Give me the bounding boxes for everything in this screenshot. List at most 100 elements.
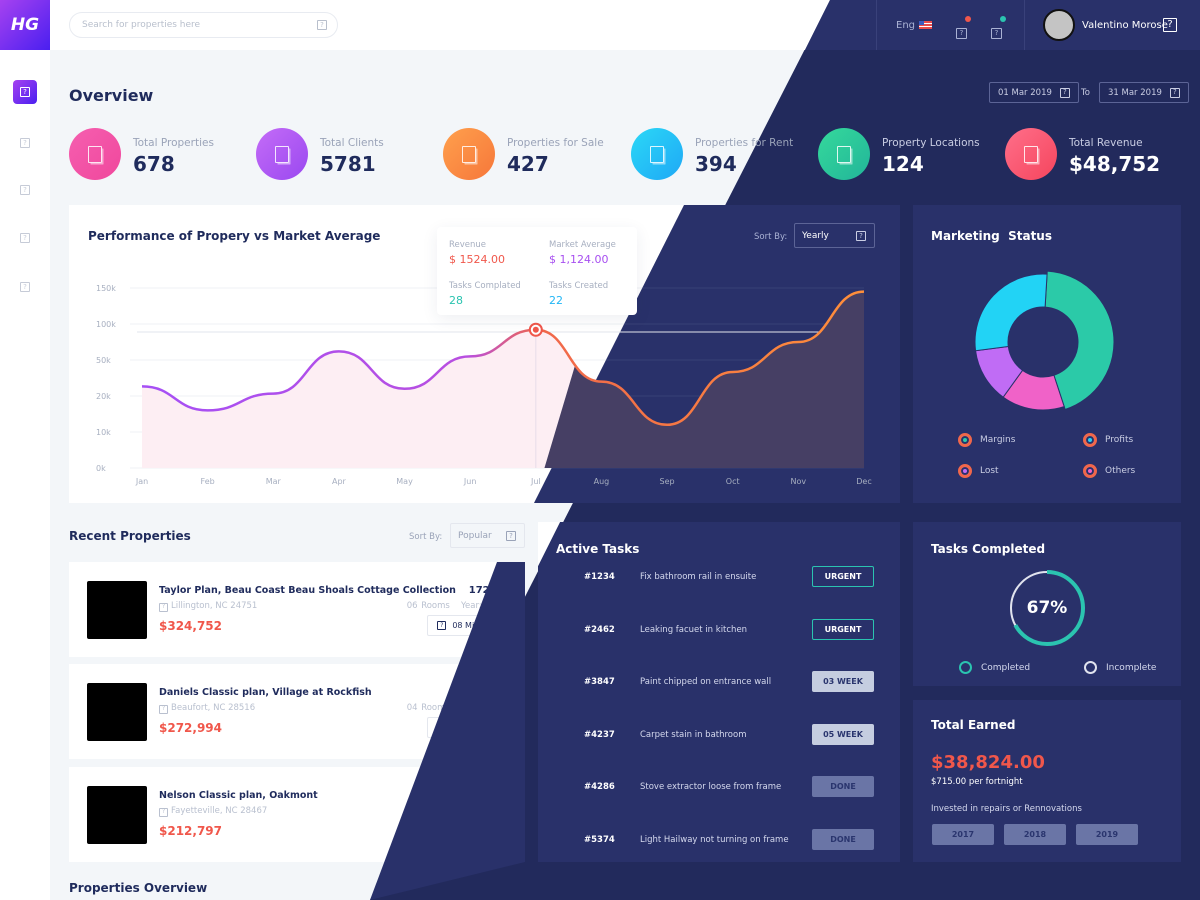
tooltip-revenue-value: $ 1524.00 bbox=[449, 253, 505, 266]
location-text: Fayetteville, NC 28467 bbox=[171, 806, 268, 816]
property-image[interactable] bbox=[87, 581, 147, 639]
total-earned-title: Total Earned bbox=[931, 718, 1016, 732]
task-row[interactable]: #5374 Light Hailway not turning on frame… bbox=[560, 829, 880, 851]
property-price: $272,994 bbox=[159, 721, 223, 735]
property-name[interactable]: Daniels Classic plan, Village at Rockfis… bbox=[159, 687, 372, 698]
property-year: Year: 2017 bbox=[460, 806, 507, 816]
task-description: Stove extractor loose from frame bbox=[640, 782, 782, 792]
property-location: ? Lillington, NC 24751 bbox=[159, 601, 257, 612]
task-row[interactable]: #4286 Stove extractor loose from frame D… bbox=[560, 776, 880, 798]
task-status-badge[interactable]: URGENT bbox=[812, 619, 874, 640]
y-tick-label: 0k bbox=[96, 464, 106, 473]
legend-swatch-icon bbox=[958, 433, 972, 447]
recent-sort-select[interactable]: Popular ? bbox=[450, 523, 525, 548]
completed-legend-icon bbox=[959, 661, 972, 674]
tasks-completed-title: Tasks Completed bbox=[931, 542, 1046, 556]
task-row[interactable]: #4237 Carpet stain in bathroom 05 WEEK bbox=[560, 724, 880, 746]
year-2018-button[interactable]: 2018 bbox=[1004, 824, 1066, 845]
task-status-badge[interactable]: 03 WEEK bbox=[812, 671, 874, 692]
x-tick-label: Dec bbox=[856, 477, 871, 486]
property-meta: 04 Rooms Year: 2017 bbox=[407, 703, 507, 713]
task-description: Light Hailway not turning on frame bbox=[640, 835, 789, 845]
legend-item[interactable]: Others bbox=[1083, 464, 1135, 478]
task-description: Paint chipped on entrance wall bbox=[640, 677, 772, 687]
year-2019-button[interactable]: 2019 bbox=[1076, 824, 1138, 845]
recent-title: Recent Properties bbox=[69, 529, 191, 543]
property-size: 169m4 bbox=[468, 687, 507, 698]
task-row[interactable]: #3847 Paint chipped on entrance wall 03 … bbox=[560, 671, 880, 693]
property-rooms: 04 Rooms bbox=[406, 703, 450, 713]
tooltip-market-label: Market Average bbox=[549, 240, 616, 250]
task-description: Carpet stain in bathroom bbox=[640, 730, 747, 740]
y-tick-label: 150k bbox=[96, 284, 116, 293]
year-2017-button[interactable]: 2017 bbox=[932, 824, 994, 845]
legend-swatch-icon bbox=[1083, 464, 1097, 478]
task-status-badge[interactable]: URGENT bbox=[812, 566, 874, 587]
legend-label: Others bbox=[1105, 466, 1136, 476]
clock-icon: ? bbox=[437, 826, 447, 835]
legend-label: Margins bbox=[980, 435, 1016, 445]
property-name[interactable]: Nelson Classic plan, Oakmont bbox=[159, 790, 318, 801]
location-icon: ? bbox=[159, 602, 168, 612]
task-id: #4286 bbox=[584, 782, 615, 792]
x-tick-label: Jan bbox=[135, 477, 148, 486]
task-id: #4237 bbox=[584, 730, 615, 740]
time-ago: 15 Min ago bbox=[452, 723, 497, 732]
completion-percent: 67% bbox=[1026, 598, 1068, 618]
property-location: ? Fayetteville, NC 28467 bbox=[159, 806, 267, 817]
property-image[interactable] bbox=[87, 683, 147, 741]
property-image[interactable] bbox=[87, 786, 147, 844]
marketing-title: Marketing Status bbox=[931, 229, 1052, 243]
task-id: #5374 bbox=[584, 835, 615, 845]
recent-sort-label: Sort By: bbox=[409, 532, 443, 542]
legend-item[interactable]: Margins bbox=[958, 433, 1015, 447]
property-price: $324,752 bbox=[159, 619, 223, 633]
property-card[interactable]: Taylor Plan, Beau Coast Beau Shoals Cott… bbox=[69, 562, 525, 657]
legend-item[interactable]: Profits bbox=[1083, 433, 1133, 447]
task-id: #2462 bbox=[584, 625, 615, 635]
property-name[interactable]: Taylor Plan, Beau Coast Beau Shoals Cott… bbox=[159, 585, 456, 596]
task-status-badge[interactable]: DONE bbox=[812, 829, 874, 850]
total-earned-amount: $38,824.00 bbox=[931, 752, 1045, 773]
time-ago-badge: ? 15 Min ago bbox=[427, 717, 507, 738]
highlight-point-core bbox=[532, 326, 539, 333]
property-card[interactable]: Nelson Classic plan, Oakmont ? Fayettevil… bbox=[69, 767, 525, 862]
property-price: $212,797 bbox=[159, 824, 223, 838]
legend-item[interactable]: Lost bbox=[958, 464, 999, 478]
property-meta: 06 Rooms Year: 2017 bbox=[407, 601, 507, 611]
x-tick-label: Sep bbox=[660, 477, 675, 486]
property-card[interactable]: Daniels Classic plan, Village at Rockfis… bbox=[69, 664, 525, 759]
legend-label: Lost bbox=[980, 466, 999, 476]
legend-label: Profits bbox=[1105, 435, 1134, 445]
property-year: Year: 2017 bbox=[460, 703, 507, 713]
donut-slice-profits[interactable] bbox=[974, 273, 1048, 352]
x-tick-label: Aug bbox=[594, 477, 610, 486]
legend-swatch-icon bbox=[958, 464, 972, 478]
invested-label: Invested in repairs or Rennovations bbox=[931, 804, 1082, 814]
tooltip-created-value: 22 bbox=[549, 294, 563, 307]
task-row[interactable]: #1234 Fix bathroom rail in ensuite URGEN… bbox=[560, 566, 880, 588]
x-tick-label: Mar bbox=[266, 477, 282, 486]
task-status-badge[interactable]: DONE bbox=[812, 776, 874, 797]
property-rooms: 04 Rooms bbox=[406, 806, 450, 816]
location-text: Lillington, NC 24751 bbox=[171, 601, 258, 611]
x-tick-label: Feb bbox=[201, 477, 215, 486]
y-tick-label: 20k bbox=[96, 392, 111, 401]
per-fortnight: $715.00 per fortnight bbox=[931, 777, 1023, 787]
task-description: Leaking facuet in kitchen bbox=[640, 625, 748, 635]
location-icon: ? bbox=[159, 704, 168, 714]
chevron-down-icon: ? bbox=[506, 531, 516, 541]
y-tick-label: 100k bbox=[96, 320, 116, 329]
task-row[interactable]: #2462 Leaking facuet in kitchen URGENT bbox=[560, 619, 880, 641]
x-tick-label: May bbox=[396, 477, 413, 486]
x-tick-label: Oct bbox=[726, 477, 740, 486]
time-ago: 08 Min ago bbox=[452, 621, 497, 630]
y-tick-label: 10k bbox=[96, 428, 111, 437]
x-tick-label: Apr bbox=[332, 477, 347, 486]
task-status-badge[interactable]: 05 WEEK bbox=[812, 724, 874, 745]
tooltip-completed-label: Tasks Complated bbox=[449, 281, 521, 291]
task-id: #1234 bbox=[584, 572, 615, 582]
properties-overview-title: Properties Overview bbox=[69, 881, 208, 895]
legend-swatch-icon bbox=[1083, 433, 1097, 447]
chart-tooltip: Revenue $ 1524.00 Market Average $ 1,124… bbox=[437, 227, 637, 315]
